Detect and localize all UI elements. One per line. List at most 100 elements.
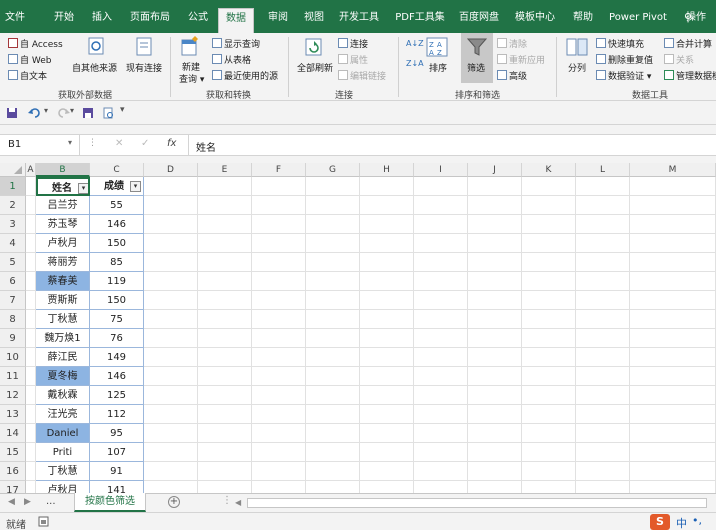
column-header-M[interactable]: M bbox=[630, 163, 716, 177]
empty-cell[interactable] bbox=[144, 291, 198, 310]
empty-cell[interactable] bbox=[468, 215, 522, 234]
empty-cell[interactable] bbox=[306, 424, 360, 443]
empty-cell[interactable] bbox=[468, 443, 522, 462]
empty-cell[interactable] bbox=[522, 348, 576, 367]
empty-cell[interactable] bbox=[198, 291, 252, 310]
cell-a[interactable] bbox=[26, 291, 36, 310]
macro-record-icon[interactable] bbox=[38, 516, 49, 527]
column-header-A[interactable]: A bbox=[26, 163, 36, 177]
tab-split-handle-icon[interactable]: ⋮ bbox=[222, 495, 232, 506]
tab-12[interactable]: 帮助 bbox=[564, 8, 602, 33]
empty-cell[interactable] bbox=[198, 177, 252, 196]
score-cell[interactable]: 112 bbox=[90, 405, 144, 424]
from-access-button[interactable]: 自 Access bbox=[8, 37, 63, 50]
empty-cell[interactable] bbox=[198, 348, 252, 367]
empty-cell[interactable] bbox=[468, 329, 522, 348]
consolidate-button[interactable]: 合并计算 bbox=[664, 37, 712, 50]
filter-dropdown-icon[interactable]: ▾ bbox=[78, 183, 88, 194]
empty-cell[interactable] bbox=[576, 291, 630, 310]
empty-cell[interactable] bbox=[522, 234, 576, 253]
empty-cell[interactable] bbox=[360, 405, 414, 424]
empty-cell[interactable] bbox=[360, 443, 414, 462]
tab-11[interactable]: 模板中心 bbox=[506, 8, 564, 33]
flash-fill-button[interactable]: 快速填充 bbox=[596, 37, 644, 50]
empty-cell[interactable] bbox=[252, 443, 306, 462]
score-cell[interactable]: 55 bbox=[90, 196, 144, 215]
column-header-L[interactable]: L bbox=[576, 163, 630, 177]
empty-cell[interactable] bbox=[360, 462, 414, 481]
empty-cell[interactable] bbox=[630, 405, 716, 424]
score-cell[interactable]: 76 bbox=[90, 329, 144, 348]
manage-data-model-button[interactable]: 管理数据模 bbox=[664, 69, 716, 82]
empty-cell[interactable] bbox=[144, 253, 198, 272]
empty-cell[interactable] bbox=[144, 310, 198, 329]
cell-a[interactable] bbox=[26, 462, 36, 481]
edit-links-button[interactable]: 编辑链接 bbox=[338, 69, 386, 82]
remove-duplicates-button[interactable]: 删除重复值 bbox=[596, 53, 653, 66]
empty-cell[interactable] bbox=[414, 234, 468, 253]
empty-cell[interactable] bbox=[198, 196, 252, 215]
empty-cell[interactable] bbox=[468, 291, 522, 310]
empty-cell[interactable] bbox=[414, 386, 468, 405]
empty-cell[interactable] bbox=[522, 462, 576, 481]
empty-cell[interactable] bbox=[306, 234, 360, 253]
empty-cell[interactable] bbox=[576, 481, 630, 493]
sogou-ime-icon[interactable]: S bbox=[650, 514, 670, 530]
empty-cell[interactable] bbox=[306, 177, 360, 196]
name-cell[interactable]: 卢秋月 bbox=[36, 234, 90, 253]
column-header-B[interactable]: B bbox=[36, 163, 90, 177]
column-header-I[interactable]: I bbox=[414, 163, 468, 177]
empty-cell[interactable] bbox=[414, 272, 468, 291]
empty-cell[interactable] bbox=[576, 215, 630, 234]
empty-cell[interactable] bbox=[576, 253, 630, 272]
empty-cell[interactable] bbox=[252, 177, 306, 196]
scroll-right-icon[interactable]: ▶ bbox=[24, 497, 31, 507]
data-validation-button[interactable]: 数据验证 ▾ bbox=[596, 69, 651, 82]
score-cell[interactable]: 85 bbox=[90, 253, 144, 272]
empty-cell[interactable] bbox=[414, 310, 468, 329]
empty-cell[interactable] bbox=[630, 386, 716, 405]
empty-cell[interactable] bbox=[522, 177, 576, 196]
empty-cell[interactable] bbox=[144, 215, 198, 234]
row-header[interactable]: 7 bbox=[0, 291, 26, 310]
empty-cell[interactable] bbox=[414, 405, 468, 424]
empty-cell[interactable] bbox=[360, 348, 414, 367]
column-header-K[interactable]: K bbox=[522, 163, 576, 177]
name-cell[interactable]: 魏万焕1 bbox=[36, 329, 90, 348]
empty-cell[interactable] bbox=[306, 367, 360, 386]
cell-a[interactable] bbox=[26, 215, 36, 234]
reapply-button[interactable]: 重新应用 bbox=[497, 53, 545, 66]
empty-cell[interactable] bbox=[252, 481, 306, 493]
empty-cell[interactable] bbox=[360, 272, 414, 291]
empty-cell[interactable] bbox=[576, 443, 630, 462]
empty-cell[interactable] bbox=[630, 348, 716, 367]
row-header[interactable]: 16 bbox=[0, 462, 26, 481]
empty-cell[interactable] bbox=[198, 367, 252, 386]
row-header[interactable]: 10 bbox=[0, 348, 26, 367]
empty-cell[interactable] bbox=[306, 329, 360, 348]
empty-cell[interactable] bbox=[522, 386, 576, 405]
empty-cell[interactable] bbox=[144, 481, 198, 493]
empty-cell[interactable] bbox=[252, 234, 306, 253]
column-header-F[interactable]: F bbox=[252, 163, 306, 177]
column-header-H[interactable]: H bbox=[360, 163, 414, 177]
empty-cell[interactable] bbox=[414, 177, 468, 196]
empty-cell[interactable] bbox=[252, 291, 306, 310]
name-cell[interactable]: 丁秋慧 bbox=[36, 462, 90, 481]
empty-cell[interactable] bbox=[522, 196, 576, 215]
empty-cell[interactable] bbox=[414, 215, 468, 234]
column-header-E[interactable]: E bbox=[198, 163, 252, 177]
empty-cell[interactable] bbox=[252, 310, 306, 329]
relationships-button[interactable]: 关系 bbox=[664, 53, 694, 66]
empty-cell[interactable] bbox=[198, 215, 252, 234]
from-web-button[interactable]: 自 Web bbox=[8, 53, 51, 66]
insert-function-icon[interactable]: fx bbox=[167, 138, 176, 149]
cell-a[interactable] bbox=[26, 348, 36, 367]
name-cell[interactable]: 蔡春美 bbox=[36, 272, 90, 291]
empty-cell[interactable] bbox=[306, 272, 360, 291]
row-header[interactable]: 17 bbox=[0, 481, 26, 493]
row-header[interactable]: 11 bbox=[0, 367, 26, 386]
show-queries-button[interactable]: 显示查询 bbox=[212, 37, 260, 50]
empty-cell[interactable] bbox=[252, 424, 306, 443]
empty-cell[interactable] bbox=[630, 196, 716, 215]
